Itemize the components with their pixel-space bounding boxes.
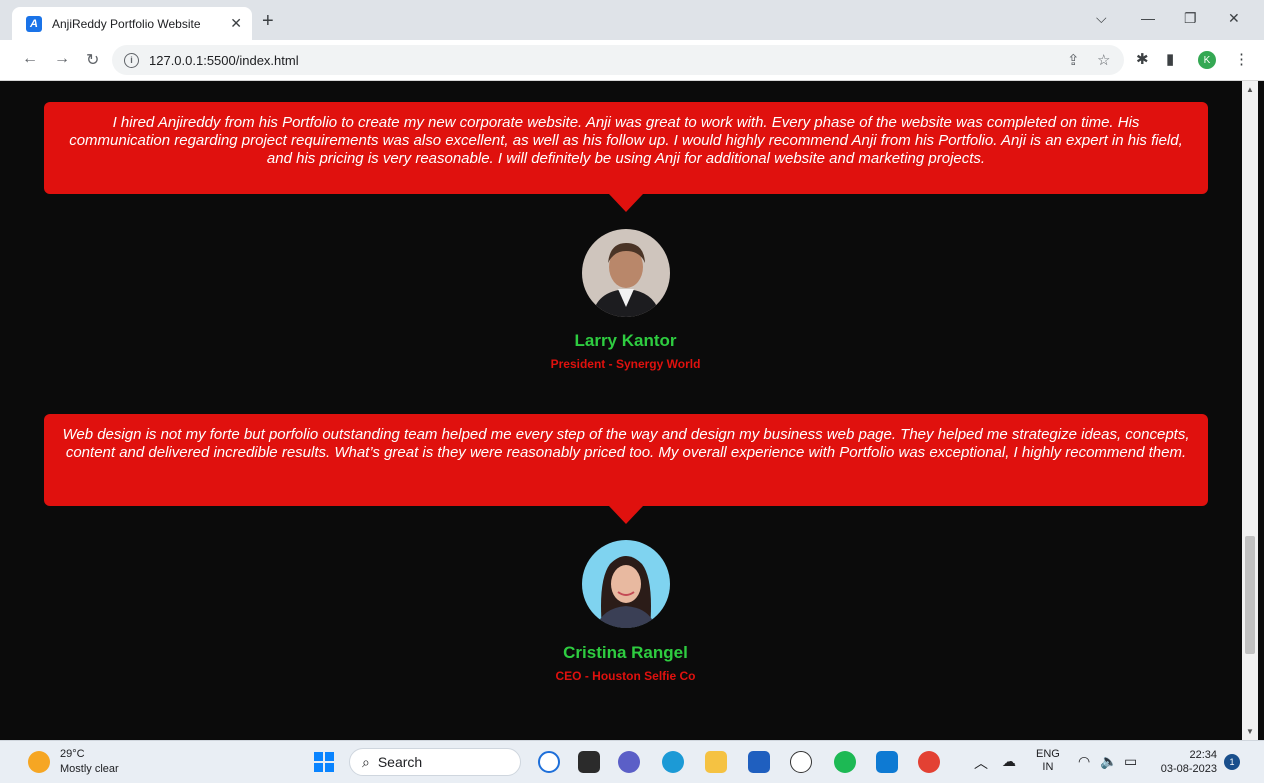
page-viewport: I hired Anjireddy from his Portfolio to … [10,81,1241,740]
scroll-up-icon[interactable]: ▲ [1246,85,1254,94]
system-clock[interactable]: 22:34 03-08-2023 [1153,748,1217,776]
bing-icon[interactable] [538,751,560,773]
browser-tab[interactable]: A AnjiReddy Portfolio Website ✕ [12,7,252,40]
battery-icon[interactable]: ▭ [1124,753,1137,770]
language-indicator[interactable]: ENG IN [1036,748,1060,774]
edge-icon[interactable] [662,751,684,773]
search-icon: ⌕ [362,753,370,770]
reviewer-role: President - Synergy World [550,357,701,371]
forward-icon[interactable]: → [54,50,70,68]
browser-tab-bar: A AnjiReddy Portfolio Website ✕ + ⌵ — ❐ … [0,0,1264,40]
taskbar: 29°C Mostly clear ⌕ Search ︿ ☁ ENG IN ◠ … [0,740,1264,783]
card-pointer [609,194,643,212]
store-icon[interactable] [748,751,770,773]
cloud-icon[interactable]: ☁ [1002,753,1016,770]
avatar [582,229,670,317]
chat-icon[interactable] [618,751,640,773]
reviewer-name: Larry Kantor [574,331,677,350]
minimize-icon[interactable]: — [1141,10,1155,26]
volume-icon[interactable]: 🔈 [1100,753,1117,770]
testimonial-card: I hired Anjireddy from his Portfolio to … [44,102,1208,212]
side-panel-icon[interactable]: ▮ [1166,50,1174,68]
tab-search-icon[interactable]: ⌵ [1096,10,1107,27]
wifi-icon[interactable]: ◠ [1078,753,1090,770]
scroll-thumb[interactable] [1245,536,1255,654]
card-pointer [609,506,643,524]
close-tab-icon[interactable]: ✕ [230,15,242,32]
profile-avatar[interactable]: K [1198,51,1216,69]
back-icon[interactable]: ← [22,50,38,68]
browser-toolbar: ← → ↻ i 127.0.0.1:5500/index.html ⇪ ☆ ✱ … [0,40,1264,81]
chevron-up-icon[interactable]: ︿ [974,753,988,773]
site-favicon-icon: A [26,15,42,32]
restore-icon[interactable]: ❐ [1184,10,1197,27]
reviewer-name: Cristina Rangel [563,643,688,662]
language-code: ENG [1036,748,1060,760]
page-scrollbar[interactable]: ▲ ▼ [1242,81,1258,740]
scroll-down-icon[interactable]: ▼ [1246,727,1254,736]
site-info-icon[interactable]: i [124,52,139,68]
start-button[interactable] [314,752,334,772]
url-text: 127.0.0.1:5500/index.html [149,52,299,68]
close-window-icon[interactable]: ✕ [1228,10,1240,27]
region-code: IN [1042,761,1054,773]
avatar [582,540,670,628]
search-label: Search [377,754,423,770]
share-icon[interactable]: ⇪ [1067,51,1080,69]
extensions-icon[interactable]: ✱ [1136,50,1149,68]
task-view-icon[interactable] [578,751,600,773]
address-bar[interactable]: i 127.0.0.1:5500/index.html ⇪ ☆ [112,45,1124,75]
spotify-icon[interactable] [834,751,856,773]
file-explorer-icon[interactable] [705,751,727,773]
testimonial-quote: Web design is not my forte but porfolio … [62,426,1190,461]
clock-date: 03-08-2023 [1160,763,1217,775]
bookmark-star-icon[interactable]: ☆ [1097,51,1110,69]
weather-temperature[interactable]: 29°C [60,748,85,760]
reload-icon[interactable]: ↻ [86,50,99,70]
chrome-icon[interactable] [918,751,940,773]
vscode-icon[interactable] [876,751,898,773]
weather-description[interactable]: Mostly clear [60,763,119,775]
clock-time: 22:34 [1189,749,1217,761]
testimonial-quote: I hired Anjireddy from his Portfolio to … [69,114,1183,167]
taskbar-search[interactable]: ⌕ Search [349,748,521,776]
menu-icon[interactable]: ⋮ [1234,50,1249,68]
notification-badge[interactable]: 1 [1224,754,1240,770]
testimonial-card: Web design is not my forte but porfolio … [44,414,1208,524]
dell-icon[interactable] [790,751,812,773]
reviewer-role: CEO - Houston Selfie Co [555,669,696,683]
new-tab-icon[interactable]: + [262,10,274,33]
tab-title: AnjiReddy Portfolio Website [52,16,201,31]
weather-moon-icon[interactable] [28,751,50,773]
